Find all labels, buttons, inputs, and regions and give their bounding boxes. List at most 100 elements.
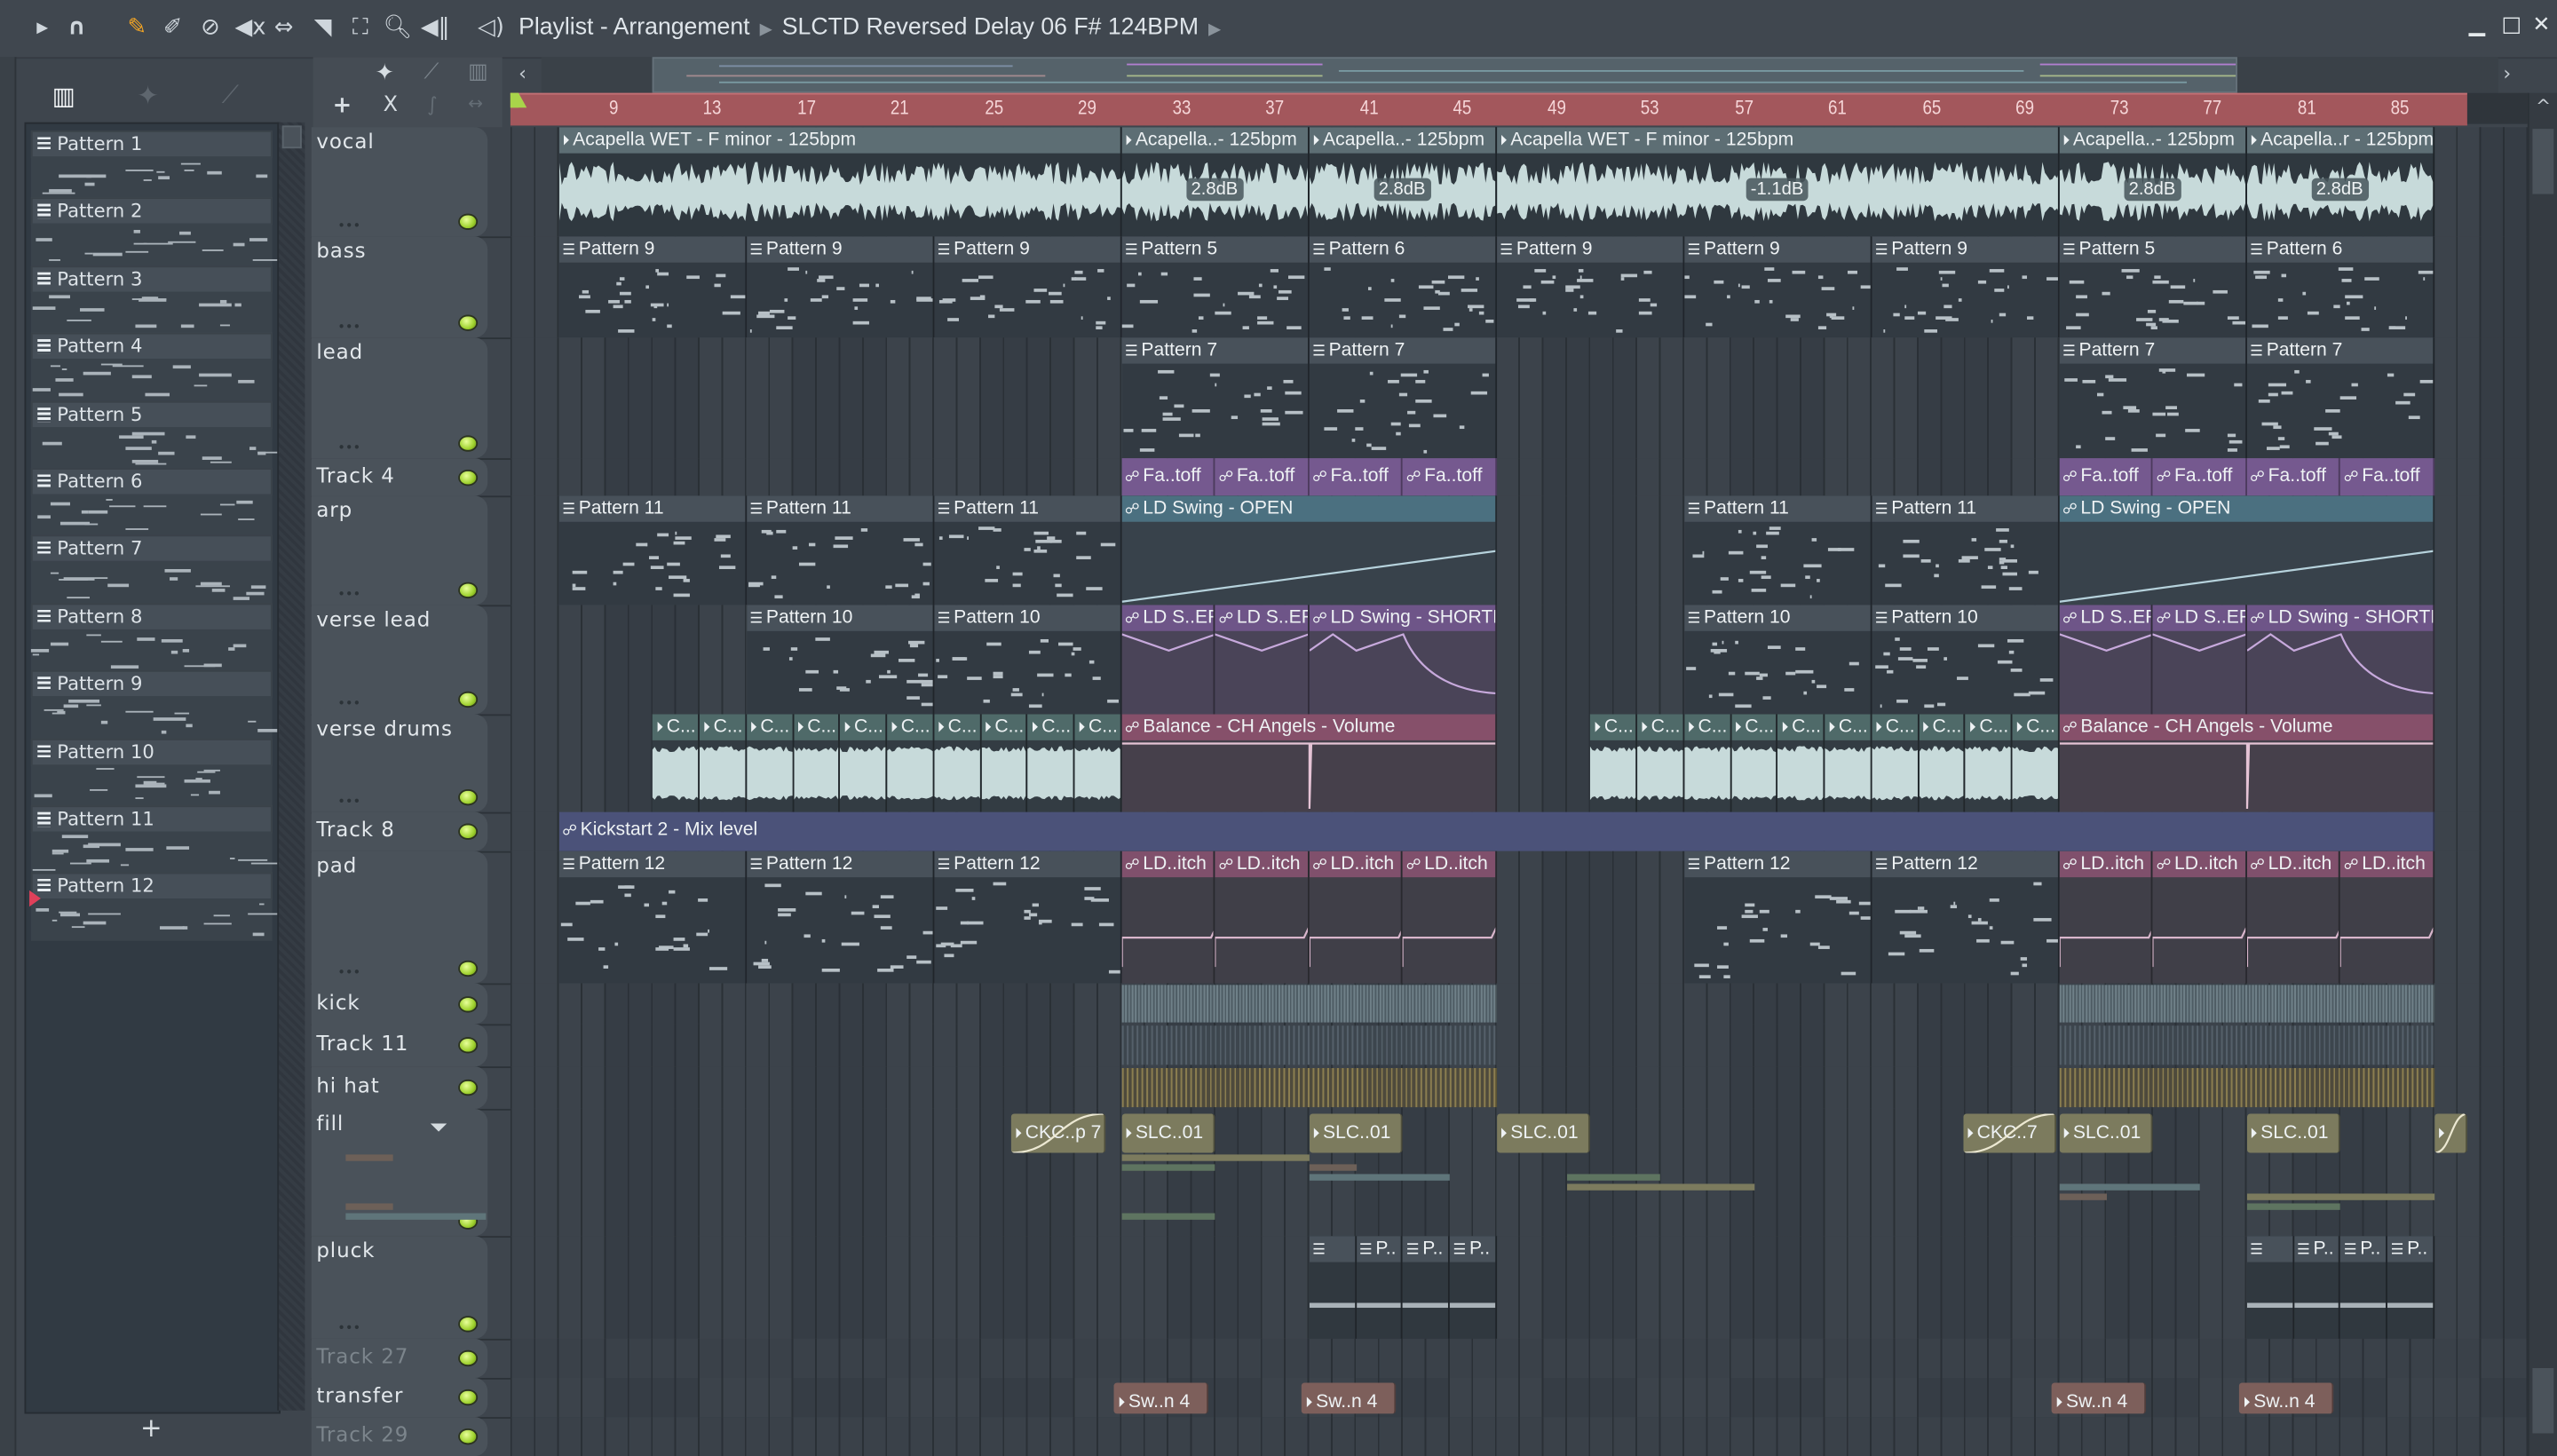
track-enable-led[interactable]	[458, 788, 479, 806]
pattern-header[interactable]: Pattern 11	[30, 805, 273, 834]
clip[interactable]: ☰	[2246, 1236, 2294, 1339]
track-name[interactable]: Track 8	[316, 817, 394, 842]
clip-header[interactable]: ☰ P..	[1449, 1236, 1495, 1262]
clip-header[interactable]: ⏵ SLC..01	[1497, 1120, 1589, 1146]
clip-header[interactable]: ☰ Pattern 5	[2059, 236, 2245, 263]
clip[interactable]: ⏵ C...	[653, 714, 700, 812]
clip[interactable]: ☰ P..	[2293, 1236, 2341, 1339]
clip-header[interactable]: ⏵ C...	[699, 714, 745, 740]
track-name[interactable]: kick	[316, 989, 360, 1014]
playback-icon[interactable]: ◀‖	[421, 15, 450, 41]
vertical-scrollbar[interactable]: ^	[2527, 92, 2557, 1456]
clip-header[interactable]: ☰ Pattern 9	[1683, 236, 1871, 263]
clip-header[interactable]: ☍ Fa..toff	[1309, 463, 1401, 489]
clip-header[interactable]: ⏵ C...	[2012, 714, 2058, 740]
clip[interactable]: ⏵ C...	[746, 714, 794, 812]
clip-header[interactable]: ⏵ Acapella WET - F minor - 125bpm	[558, 127, 1120, 154]
track-enable-led[interactable]	[458, 995, 479, 1012]
clip[interactable]: ☰ Pattern 10	[1683, 605, 1872, 715]
clip-header[interactable]: ☰ Pattern 11	[933, 495, 1120, 522]
track-name[interactable]: transfer	[316, 1383, 403, 1408]
clip-header[interactable]: ☍ LD S..ER	[1121, 605, 1214, 631]
track-lane[interactable]	[510, 983, 2528, 1025]
clip-header[interactable]: ☍LD Swing - SHORTER	[1309, 605, 1495, 631]
clip[interactable]: ⏵ C...	[793, 714, 841, 812]
clip[interactable]: ⏵ C...	[699, 714, 747, 812]
clip-header[interactable]: ☍ Balance - CH Angels - Volume	[1121, 714, 1495, 740]
clip[interactable]: ☰ Pattern 12	[1872, 851, 2060, 984]
clip[interactable]: ⏵ Acapella..- 125bpm 2.8dB	[1309, 127, 1497, 237]
track-header[interactable]: hi hat	[311, 1066, 488, 1109]
fill-sub-clip[interactable]	[1566, 1183, 1755, 1191]
track-enable-led[interactable]	[458, 469, 479, 486]
clip-header[interactable]: ⏵ SLC..01	[1121, 1120, 1214, 1146]
track-name[interactable]: Track 27	[316, 1343, 408, 1368]
clip-header[interactable]: ☰ Pattern 11	[746, 495, 933, 522]
track-grip-icon[interactable]: •••	[337, 696, 360, 711]
clip-header[interactable]: ⏵ SLC..01	[2059, 1120, 2151, 1146]
curve-icon[interactable]: ∫	[427, 93, 438, 116]
clip-header[interactable]: ☰ Pattern 11	[558, 495, 745, 522]
track-name[interactable]: pluck	[316, 1238, 375, 1262]
clip-header[interactable]: ☍ LD Swing - OPEN	[1121, 495, 1495, 522]
track-name[interactable]: Track 4	[316, 463, 394, 487]
play-arrow-icon[interactable]: ▸	[29, 15, 55, 41]
track-enable-led[interactable]	[458, 1037, 479, 1054]
clip-header[interactable]: ☰ Pattern 12	[933, 851, 1120, 878]
clip[interactable]: ⏵ C...	[2012, 714, 2060, 812]
track-header[interactable]: arp •••	[311, 495, 488, 605]
clip[interactable]: ☰ Pattern 10	[933, 605, 1122, 715]
clip[interactable]: ☍ LD..itch	[2340, 851, 2434, 984]
fill-sub-clip[interactable]	[345, 1213, 487, 1220]
clip[interactable]: ☍ Balance - CH Angels - Volume	[2059, 714, 2434, 812]
clip-header[interactable]: ☰ P..	[2340, 1236, 2387, 1262]
pattern-item[interactable]: Pattern 12	[30, 873, 279, 942]
track-name[interactable]: hi hat	[316, 1073, 379, 1098]
track-grip-icon[interactable]: •••	[337, 1321, 360, 1336]
mute-icon[interactable]: ◀x	[234, 15, 265, 41]
pattern-item[interactable]: Pattern 10	[30, 738, 273, 807]
track-name[interactable]: Track 11	[316, 1031, 408, 1056]
clip[interactable]: ⏵ C...	[1872, 714, 1919, 812]
pattern-header[interactable]: Pattern 5	[30, 400, 273, 429]
left-resize-strip[interactable]	[0, 57, 17, 1456]
clip[interactable]: ☍ LD S..ER	[1121, 605, 1215, 715]
clip[interactable]: ☰ Pattern 12	[746, 851, 934, 984]
clip-header[interactable]: ☍ LD..itch	[1309, 851, 1402, 878]
pattern-item[interactable]: Pattern 2	[30, 197, 282, 267]
clip[interactable]	[2059, 1068, 2434, 1108]
clip[interactable]: ☍ LD..itch	[2059, 851, 2153, 984]
track-enable-led[interactable]	[458, 1079, 479, 1096]
clip-header[interactable]: ⏵ Acapella WET - F minor - 125bpm	[1496, 127, 2058, 154]
clip-header[interactable]: ☍ LD S..ER	[1215, 605, 1308, 631]
clip[interactable]: ☰ Pattern 5	[1121, 236, 1310, 338]
clip[interactable]: ☰ P..	[1403, 1236, 1450, 1339]
track-name[interactable]: verse lead	[316, 606, 431, 631]
clip-header[interactable]: ⏵ SLC..01	[2247, 1120, 2339, 1146]
clip-header[interactable]: ⏵ C...	[746, 714, 792, 740]
clip-header[interactable]: ☍ Fa..toff	[1215, 463, 1308, 489]
delete-track-button[interactable]: X	[384, 93, 398, 118]
waveform-icon[interactable]: ✦	[137, 80, 159, 111]
track-lane[interactable]	[510, 1024, 2528, 1067]
clip[interactable]: ⏵ SLC..01	[1121, 1113, 1215, 1153]
track-header[interactable]: Track 29	[311, 1417, 488, 1456]
clip-header[interactable]: ☰ Pattern 9	[746, 236, 933, 263]
clip-header[interactable]: ⏵ C...	[1590, 714, 1636, 740]
track-header[interactable]: verse lead •••	[311, 605, 488, 715]
clip[interactable]: ☰ Pattern 9	[1496, 236, 1684, 338]
scroll-up-icon[interactable]: ^	[2536, 96, 2551, 117]
track-lane[interactable]: ☰ Pattern 10 ☰ Pattern 10 ☍ LD S..ER ☍ LD S..ER…	[510, 605, 2528, 715]
fill-sub-clip[interactable]	[1121, 1164, 1215, 1171]
clip[interactable]: ☍ LD Swing - OPEN	[2059, 495, 2434, 605]
track-enable-led[interactable]	[458, 823, 479, 840]
clip[interactable]: ⏵ Acapella WET - F minor - 125bpm -1.1dB	[1496, 127, 2060, 237]
clip-header[interactable]: ☍ Fa..toff	[2340, 463, 2433, 489]
clip[interactable]: ☰	[1309, 1236, 1357, 1339]
track-name[interactable]: lead	[316, 339, 363, 364]
clip[interactable]: ☰ Pattern 6	[1309, 236, 1497, 338]
track-enable-led[interactable]	[458, 435, 479, 452]
track-name[interactable]: arp	[316, 497, 352, 522]
clip[interactable]: ☰ Pattern 6	[2246, 236, 2434, 338]
clip[interactable]: ☰ Pattern 9	[1683, 236, 1872, 338]
